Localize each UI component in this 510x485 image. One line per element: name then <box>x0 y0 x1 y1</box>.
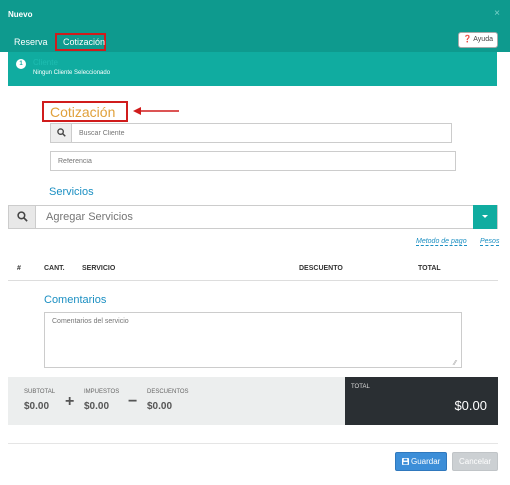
help-button[interactable]: ❓ Ayuda <box>457 32 498 48</box>
comentarios-heading: Comentarios <box>44 294 107 306</box>
servicios-heading: Servicios <box>49 186 94 198</box>
save-button-label: Guardar <box>411 457 441 466</box>
cancel-button[interactable]: Cancelar <box>452 452 498 471</box>
services-search-button[interactable] <box>9 206 36 228</box>
floppy-disk-icon <box>402 458 409 465</box>
client-search-group <box>50 123 452 143</box>
total-label: TOTAL <box>351 384 370 390</box>
step-number: 1 <box>16 59 26 69</box>
total-value: $0.00 <box>454 398 487 413</box>
search-icon <box>57 128 66 137</box>
step-title: Cliente <box>33 58 58 67</box>
col-header-cant: CANT. <box>44 265 65 272</box>
services-dropdown-button[interactable] <box>473 205 497 229</box>
caret-down-icon <box>482 215 488 218</box>
comments-textarea[interactable] <box>44 312 462 368</box>
subtotal-label: SUBTOTAL <box>24 389 56 395</box>
step-subtitle: Ningun Cliente Seleccionado <box>33 70 111 76</box>
search-icon <box>17 211 28 222</box>
section-title-highlight: Cotización <box>42 101 128 122</box>
totals-panel: SUBTOTAL $0.00 + IMPUESTOS $0.00 − DESCU… <box>8 377 345 425</box>
descuentos-label: DESCUENTOS <box>147 389 189 395</box>
section-title: Cotización <box>50 104 116 120</box>
minus-icon: − <box>128 393 138 410</box>
question-circle-icon: ❓ <box>462 36 472 43</box>
subtotal-value: $0.00 <box>24 401 50 412</box>
col-header-descuento: DESCUENTO <box>299 265 343 272</box>
plus-icon: + <box>65 393 75 410</box>
tab-bar: Reserva Cotización ❓ Ayuda <box>0 30 510 52</box>
modal-title: Nuevo <box>8 10 33 19</box>
close-icon[interactable]: × <box>494 8 500 19</box>
table-divider <box>8 280 498 281</box>
services-input[interactable] <box>36 206 476 228</box>
currency-link[interactable]: Pesos <box>480 238 500 246</box>
resize-grip-icon[interactable]: ⁄⁄ <box>454 360 456 367</box>
impuestos-value: $0.00 <box>84 401 110 412</box>
help-button-label: Ayuda <box>473 36 493 43</box>
reference-input[interactable] <box>50 151 456 171</box>
annotation-arrow-icon <box>133 107 179 115</box>
client-search-input[interactable] <box>72 124 451 142</box>
services-search-group <box>8 205 498 229</box>
grand-total-panel: TOTAL $0.00 <box>345 377 498 425</box>
descuentos-value: $0.00 <box>147 401 173 412</box>
col-header-servicio: SERVICIO <box>82 265 116 272</box>
col-header-num: # <box>17 265 21 272</box>
payment-method-link[interactable]: Metodo de pago <box>416 238 467 246</box>
save-button[interactable]: Guardar <box>395 452 447 471</box>
impuestos-label: IMPUESTOS <box>84 389 120 395</box>
footer-divider <box>8 443 498 444</box>
modal-titlebar: Nuevo × <box>0 0 510 30</box>
tab-reserva[interactable]: Reserva <box>8 33 54 51</box>
steps-header: 1 Cliente Ningun Cliente Seleccionado <box>8 52 497 86</box>
tab-cotizacion[interactable]: Cotización <box>55 33 106 51</box>
col-header-total: TOTAL <box>418 265 441 272</box>
client-search-button[interactable] <box>51 124 72 142</box>
